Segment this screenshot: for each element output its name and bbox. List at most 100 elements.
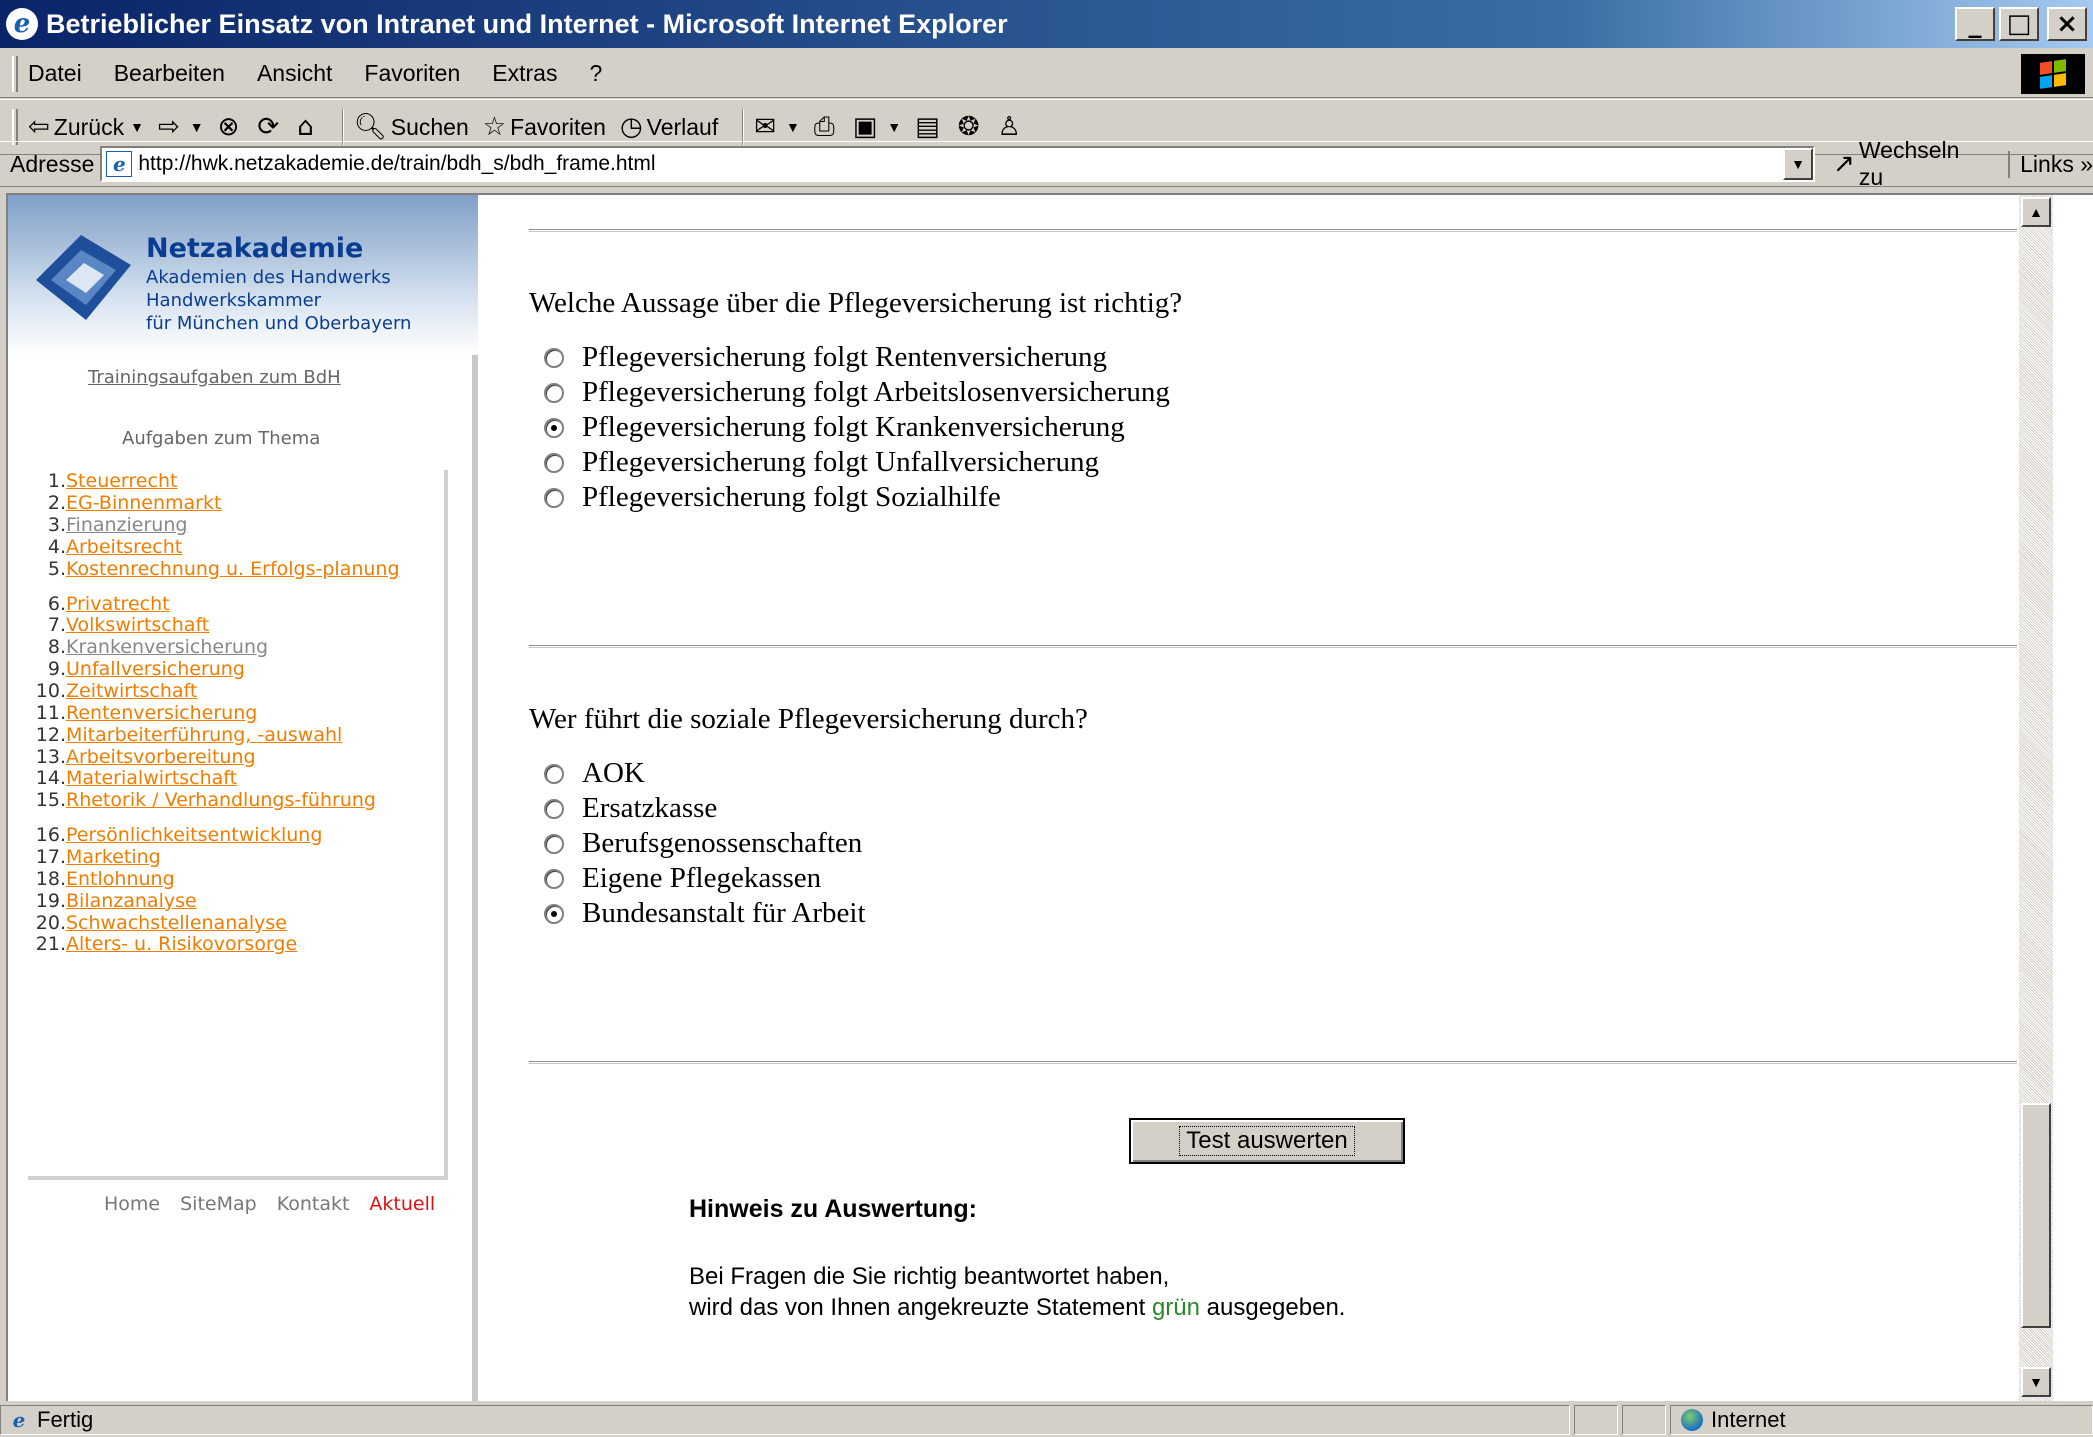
topic-link[interactable]: Materialwirtschaft bbox=[66, 767, 237, 789]
answer-option[interactable]: Pflegeversicherung folgt Rentenversicher… bbox=[544, 341, 1107, 374]
radio-button[interactable] bbox=[544, 763, 564, 784]
related-icon: ❂ bbox=[957, 112, 980, 142]
topic-link[interactable]: Rhetorik / Verhandlungs-führung bbox=[66, 789, 376, 811]
topic-link[interactable]: Bilanzanalyse bbox=[66, 890, 197, 912]
menu-datei[interactable]: Datei bbox=[28, 60, 82, 87]
back-label: Zurück bbox=[53, 113, 125, 140]
topic-link[interactable]: Finanzierung bbox=[66, 514, 187, 536]
close-button[interactable]: × bbox=[2047, 7, 2087, 41]
radio-button[interactable] bbox=[544, 382, 564, 403]
maximize-button[interactable]: □ bbox=[1999, 7, 2039, 41]
print-button[interactable]: ⎙ bbox=[814, 112, 839, 143]
address-url[interactable]: http://hwk.netzakademie.de/train/bdh_s/b… bbox=[138, 152, 655, 176]
answer-option[interactable]: Pflegeversicherung folgt Sozialhilfe bbox=[544, 481, 1001, 514]
topic-number: 8. bbox=[47, 636, 66, 658]
search-button[interactable]: 🔍︎ Suchen bbox=[354, 112, 469, 142]
answer-option[interactable]: Bundesanstalt für Arbeit bbox=[544, 897, 866, 930]
kontakt-link[interactable]: Kontakt bbox=[277, 1193, 350, 1215]
answer-option[interactable]: Berufsgenossenschaften bbox=[544, 827, 862, 860]
topic-link[interactable]: EG-Binnenmarkt bbox=[66, 492, 221, 514]
minimize-button[interactable]: _ bbox=[1955, 7, 1995, 41]
topic-link[interactable]: Alters- u. Risikovorsorge bbox=[66, 933, 297, 955]
home-button[interactable]: ⌂ bbox=[297, 112, 318, 142]
links-button[interactable]: Links » bbox=[2008, 150, 2093, 178]
topic-link[interactable]: Entlohnung bbox=[66, 868, 175, 890]
vertical-scrollbar[interactable]: ▲ ▼ bbox=[2019, 195, 2053, 1401]
menu-bearbeiten[interactable]: Bearbeiten bbox=[114, 60, 225, 87]
chevron-down-icon[interactable]: ▼ bbox=[190, 119, 204, 135]
scroll-down-button[interactable]: ▼ bbox=[2021, 1367, 2051, 1397]
topic-link[interactable]: Privatrecht bbox=[66, 593, 170, 615]
messenger-button[interactable]: ♙ bbox=[998, 112, 1025, 142]
address-input[interactable]: e http://hwk.netzakademie.de/train/bdh_s… bbox=[100, 146, 1816, 182]
edit-button[interactable]: ▣ ▼ bbox=[853, 112, 901, 142]
forward-arrow-icon: ⇨ bbox=[157, 112, 180, 142]
answer-option[interactable]: Ersatzkasse bbox=[544, 792, 717, 825]
netzakademie-logo[interactable]: Netzakademie Akademien des Handwerks Han… bbox=[8, 195, 478, 355]
topic-link[interactable]: Zeitwirtschaft bbox=[66, 680, 197, 702]
radio-button[interactable] bbox=[544, 452, 564, 473]
topic-link[interactable]: Mitarbeiterführung, -auswahl bbox=[66, 724, 342, 746]
home-link[interactable]: Home bbox=[104, 1193, 160, 1215]
trainings-link[interactable]: Trainingsaufgaben zum BdH bbox=[88, 367, 341, 388]
topic-link[interactable]: Arbeitsrecht bbox=[66, 536, 182, 558]
favorites-button[interactable]: ☆ Favoriten bbox=[483, 112, 606, 142]
related-button[interactable]: ❂ bbox=[958, 112, 984, 142]
topic-link[interactable]: Persönlichkeitsentwicklung bbox=[66, 824, 322, 846]
chevron-down-icon[interactable]: ▼ bbox=[130, 119, 144, 135]
answer-option[interactable]: Pflegeversicherung folgt Unfallversicher… bbox=[544, 446, 1099, 479]
answer-option[interactable]: Eigene Pflegekassen bbox=[544, 862, 821, 895]
evaluate-test-button[interactable]: Test auswerten bbox=[1129, 1118, 1405, 1164]
topic-link[interactable]: Rentenversicherung bbox=[66, 702, 257, 724]
topic-link[interactable]: Volkswirtschaft bbox=[66, 614, 209, 636]
radio-button[interactable] bbox=[544, 903, 564, 924]
topic-link[interactable]: Marketing bbox=[66, 846, 161, 868]
chevron-down-icon[interactable]: ▼ bbox=[887, 119, 901, 135]
toolbar-grip[interactable] bbox=[12, 109, 18, 145]
ie-icon: e bbox=[6, 8, 38, 40]
topic-link[interactable]: Steuerrecht bbox=[66, 470, 177, 492]
chevron-down-icon[interactable]: ▼ bbox=[786, 119, 800, 135]
discuss-button[interactable]: ▤ bbox=[915, 112, 944, 142]
forward-button[interactable]: ⇨ ▼ bbox=[158, 112, 204, 142]
mail-button[interactable]: ✉ ▼ bbox=[754, 112, 800, 142]
history-button[interactable]: ◷ Verlauf bbox=[620, 112, 718, 142]
menu-help[interactable]: ? bbox=[589, 60, 602, 87]
topic-link[interactable]: Unfallversicherung bbox=[66, 658, 245, 680]
home-icon: ⌂ bbox=[297, 112, 314, 142]
toolbar-grip[interactable] bbox=[12, 55, 18, 92]
aktuell-link[interactable]: Aktuell bbox=[369, 1193, 435, 1215]
windows-logo-icon bbox=[2021, 54, 2085, 94]
radio-button[interactable] bbox=[544, 487, 564, 508]
answer-option[interactable]: Pflegeversicherung folgt Arbeitslosenver… bbox=[544, 376, 1170, 409]
sitemap-link[interactable]: SiteMap bbox=[180, 1193, 257, 1215]
topic-link[interactable]: Kostenrechnung u. Erfolgs-planung bbox=[66, 558, 400, 580]
back-button[interactable]: ⇦ Zurück ▼ bbox=[28, 112, 144, 142]
topic-item: 9. Unfallversicherung bbox=[28, 658, 428, 680]
stop-button[interactable]: ⊗ bbox=[218, 112, 244, 142]
address-dropdown-button[interactable]: ▼ bbox=[1783, 148, 1814, 180]
window-title-bar[interactable]: e Betrieblicher Einsatz von Intranet und… bbox=[0, 0, 2093, 48]
topic-item: 13. Arbeitsvorbereitung bbox=[28, 746, 428, 768]
answer-option[interactable]: Pflegeversicherung folgt Krankenversiche… bbox=[544, 411, 1125, 444]
menu-ansicht[interactable]: Ansicht bbox=[257, 60, 332, 87]
search-label: Suchen bbox=[390, 113, 469, 140]
topic-number: 10. bbox=[35, 680, 66, 702]
radio-button[interactable] bbox=[544, 798, 564, 819]
topic-link[interactable]: Krankenversicherung bbox=[66, 636, 268, 658]
refresh-button[interactable]: ⟳ bbox=[257, 112, 283, 142]
radio-button[interactable] bbox=[544, 417, 564, 438]
answer-option[interactable]: AOK bbox=[544, 757, 645, 790]
radio-button[interactable] bbox=[544, 833, 564, 854]
menu-favoriten[interactable]: Favoriten bbox=[364, 60, 460, 87]
go-button[interactable]: ↗ Wechseln zu bbox=[1833, 137, 1990, 191]
scroll-thumb[interactable] bbox=[2021, 1103, 2051, 1328]
topic-link[interactable]: Arbeitsvorbereitung bbox=[66, 746, 256, 768]
topic-link[interactable]: Schwachstellenanalyse bbox=[66, 912, 287, 934]
scroll-up-button[interactable]: ▲ bbox=[2021, 197, 2051, 227]
menu-bar: Datei Bearbeiten Ansicht Favoriten Extra… bbox=[0, 50, 2093, 98]
radio-button[interactable] bbox=[544, 868, 564, 889]
radio-button[interactable] bbox=[544, 347, 564, 368]
topic-item: 3. Finanzierung bbox=[28, 514, 428, 536]
menu-extras[interactable]: Extras bbox=[492, 60, 557, 87]
